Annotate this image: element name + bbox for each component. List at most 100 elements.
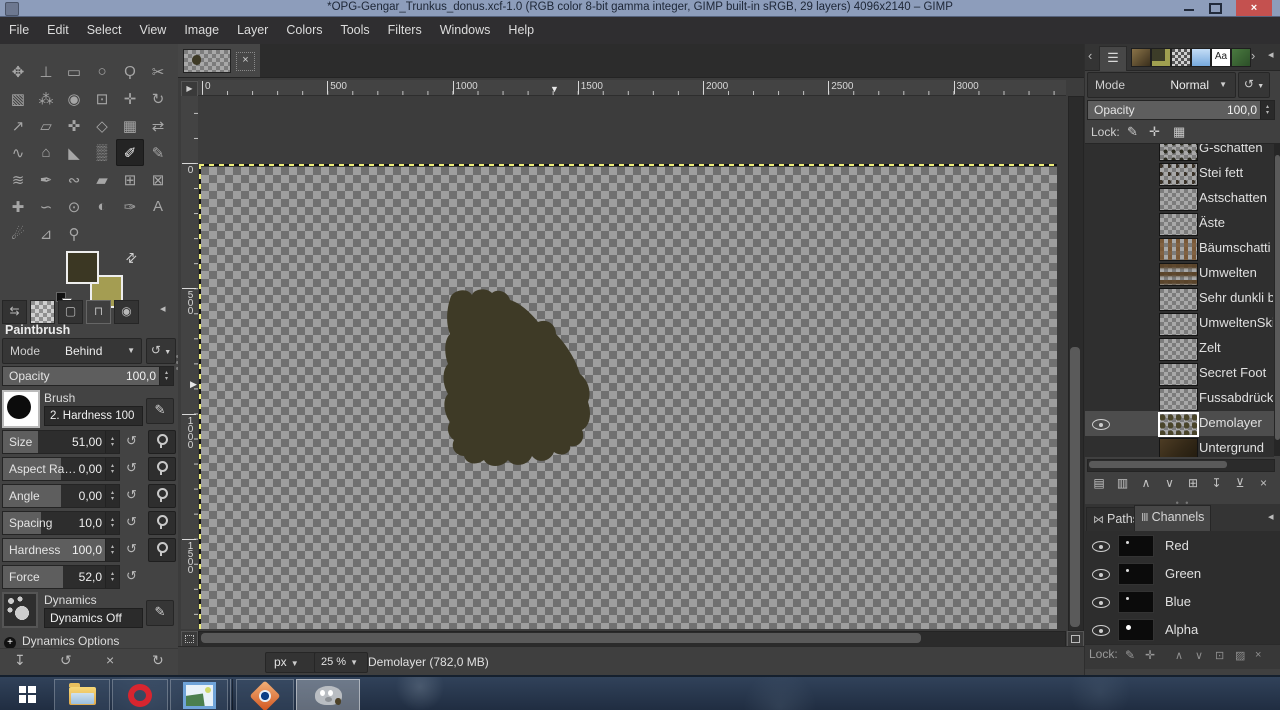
layer-visibility-toggle[interactable]: [1085, 211, 1115, 236]
taskbar-photos[interactable]: [170, 679, 228, 710]
tool-paintbrush[interactable]: ✐: [116, 139, 144, 166]
scroll-tabs-left-icon[interactable]: ‹: [1088, 48, 1092, 63]
tab-patterns[interactable]: [1151, 48, 1171, 67]
layer-visibility-toggle[interactable]: [1085, 361, 1115, 386]
image-tab[interactable]: ×: [178, 44, 260, 77]
raise-channel-button[interactable]: ∧: [1175, 649, 1183, 662]
layer-visibility-toggle[interactable]: [1085, 186, 1115, 211]
spinner[interactable]: ▴▾: [1260, 101, 1274, 119]
dynamics-thumbnail[interactable]: [2, 592, 38, 628]
tab-gradients[interactable]: [1191, 48, 1211, 67]
close-image-icon[interactable]: ×: [236, 52, 255, 71]
spinner[interactable]: ▴▾: [105, 431, 119, 453]
edit-dynamics-button[interactable]: ✎: [146, 600, 174, 626]
layer-opacity-slider[interactable]: Opacity 100,0 ▴▾: [1087, 100, 1275, 120]
tool-dodge-burn[interactable]: ◐: [88, 193, 116, 220]
layer-visibility-toggle[interactable]: [1085, 336, 1115, 361]
dynamics-link-button[interactable]: [148, 511, 176, 535]
layer-row[interactable]: Fussabdrücke: [1085, 386, 1274, 411]
tool-clone[interactable]: ⊞: [116, 166, 144, 193]
layer-row[interactable]: Sehr dunkli b: [1085, 286, 1274, 311]
tab-brushes[interactable]: [1131, 48, 1151, 67]
layer-visibility-toggle[interactable]: [1085, 311, 1115, 336]
merge-down-button[interactable]: ↧: [1207, 474, 1227, 493]
selection-editor-button[interactable]: ▢: [58, 300, 83, 324]
layer-visibility-toggle[interactable]: [1085, 143, 1115, 161]
lock-pixels-icon[interactable]: ✎: [1125, 648, 1135, 662]
taskbar-opera[interactable]: [112, 679, 168, 710]
layer-visibility-toggle[interactable]: [1085, 236, 1115, 261]
canvas-view-button[interactable]: ⊓: [86, 300, 111, 324]
layers-scrollbar[interactable]: [1274, 143, 1280, 456]
layer-row[interactable]: Zelt: [1085, 336, 1274, 361]
lock-pixels-icon[interactable]: ✎: [1127, 124, 1138, 140]
navigation-button[interactable]: [1067, 631, 1084, 647]
taskbar-gimp[interactable]: [296, 679, 360, 710]
spinner[interactable]: ▴▾: [159, 367, 173, 385]
duplicate-layer-button[interactable]: ⊞: [1183, 474, 1203, 493]
collapse-panel-icon[interactable]: ◂: [160, 302, 166, 315]
tool-unified-transform[interactable]: ✛: [116, 85, 144, 112]
tool-fuzzy-select[interactable]: ⁂: [32, 85, 60, 112]
channel-row[interactable]: Alpha: [1085, 615, 1280, 643]
taskbar-irfanview[interactable]: [236, 679, 294, 710]
delete-channel-button[interactable]: ×: [1255, 649, 1261, 661]
layer-row[interactable]: Demolayer: [1085, 411, 1274, 436]
menu-select[interactable]: Select: [78, 17, 131, 43]
layer-visibility-toggle[interactable]: [1085, 261, 1115, 286]
raise-layer-button[interactable]: ∧: [1136, 474, 1156, 493]
swap-colors-icon[interactable]: ⇄: [122, 248, 141, 267]
slider-track[interactable]: Angle0,00▴▾: [2, 484, 120, 508]
tool-select-by-color[interactable]: ◉: [60, 85, 88, 112]
menu-layer[interactable]: Layer: [228, 17, 277, 43]
tool-free-select[interactable]: Ϙ: [116, 58, 144, 85]
dynamics-link-button[interactable]: [148, 430, 176, 454]
unit-dropdown[interactable]: px▼: [265, 652, 319, 673]
lock-position-icon[interactable]: ✛: [1149, 124, 1160, 140]
slider-track[interactable]: Spacing10,0▴▾: [2, 511, 120, 535]
slider-track[interactable]: Force52,0▴▾: [2, 565, 120, 589]
layer-visibility-toggle[interactable]: [1085, 386, 1115, 411]
foreground-color-swatch[interactable]: [66, 251, 99, 284]
vertical-scrollbar-thumb[interactable]: [1070, 347, 1080, 627]
tab-fonts[interactable]: Aa: [1211, 48, 1231, 67]
paint-mode-dropdown[interactable]: Mode Behind ▼: [2, 338, 142, 364]
tool-ellipse-select[interactable]: ○: [88, 58, 116, 85]
tool-pencil[interactable]: ✎: [144, 139, 172, 166]
layer-mode-dropdown[interactable]: Mode Normal ▼: [1087, 72, 1236, 98]
canvas-viewport[interactable]: [198, 96, 1066, 629]
tool-handle-transform[interactable]: ✜: [60, 112, 88, 139]
restore-tool-preset-button[interactable]: ↺: [60, 652, 72, 669]
layers-h-scrollbar[interactable]: [1087, 459, 1275, 472]
tool-scale[interactable]: ↗: [4, 112, 32, 139]
brush-thumbnail[interactable]: [2, 390, 40, 428]
image-thumbnail-button[interactable]: [30, 300, 55, 324]
spin-down-icon[interactable]: ▾: [111, 550, 114, 556]
vertical-ruler[interactable]: 050010001500▶: [181, 96, 199, 629]
layer-visibility-toggle[interactable]: [1085, 161, 1115, 186]
brush-name-field[interactable]: 2. Hardness 100: [44, 406, 143, 426]
reset-icon[interactable]: ↺: [126, 460, 137, 476]
tool-rectangle-select[interactable]: ▭: [60, 58, 88, 85]
tool-airbrush[interactable]: ≋: [4, 166, 32, 193]
reset-icon[interactable]: ↺: [126, 514, 137, 530]
layer-row[interactable]: UmweltenSki: [1085, 311, 1274, 336]
tool-blur-sharpen[interactable]: ⊙: [60, 193, 88, 220]
close-button[interactable]: ×: [1236, 0, 1272, 16]
tool-move[interactable]: ✥: [4, 58, 32, 85]
layer-visibility-toggle[interactable]: [1085, 436, 1115, 457]
layer-row[interactable]: Astschatten: [1085, 186, 1274, 211]
tool-mypaint-brush[interactable]: ∾: [60, 166, 88, 193]
layer-row[interactable]: G-schatten: [1085, 143, 1274, 161]
tool-perspective-clone[interactable]: ⊠: [144, 166, 172, 193]
layer-row[interactable]: Secret Foot: [1085, 361, 1274, 386]
delete-tool-preset-button[interactable]: ×: [106, 652, 114, 668]
opacity-slider[interactable]: Opacity 100,0 ▴▾: [2, 366, 174, 386]
dock-menu-icon[interactable]: ◂: [1268, 48, 1274, 61]
layer-row[interactable]: Stei fett: [1085, 161, 1274, 186]
channel-visibility-toggle[interactable]: [1085, 615, 1115, 640]
dynamics-link-button[interactable]: [148, 484, 176, 508]
channel-to-selection-button[interactable]: ▨: [1235, 649, 1245, 662]
vertical-scrollbar[interactable]: [1068, 96, 1084, 631]
reset-tool-options-button[interactable]: ↻: [152, 652, 164, 669]
